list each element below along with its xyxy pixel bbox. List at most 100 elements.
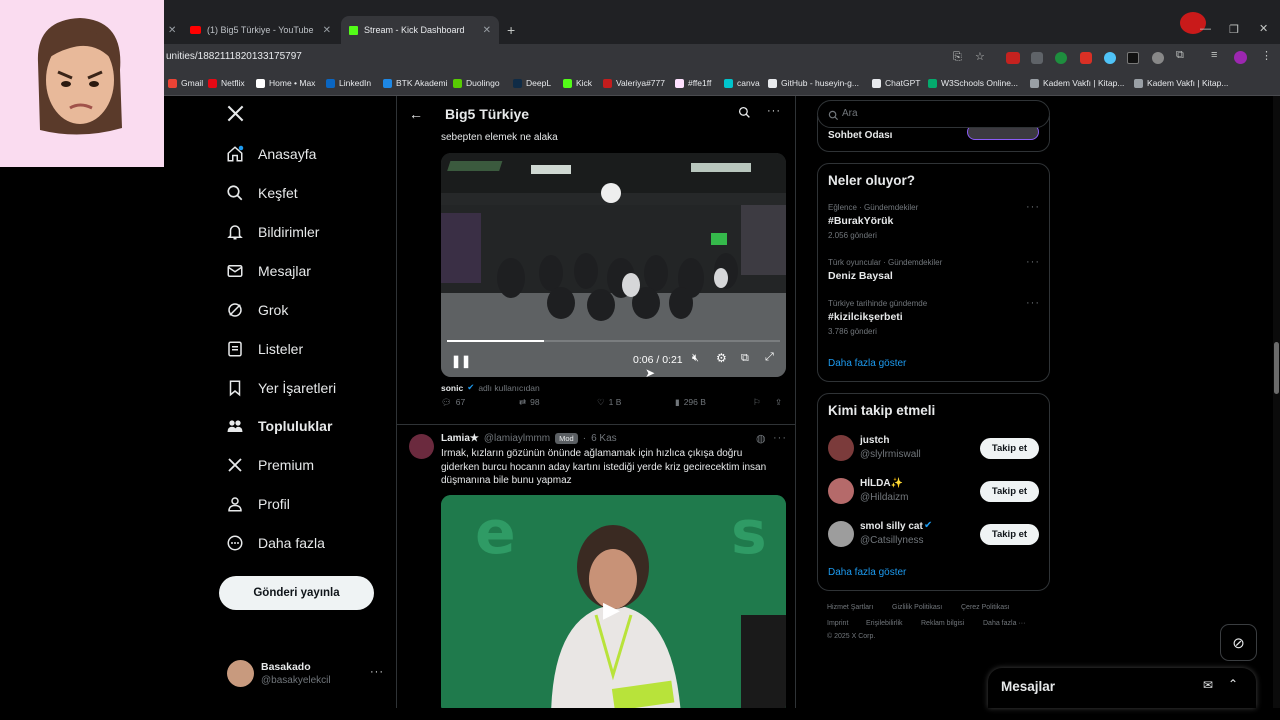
show-more-link[interactable]: Daha fazla göster (828, 358, 906, 369)
sidebar-item-bookmark[interactable]: Yer İşaretleri (226, 379, 336, 397)
footer-link[interactable]: Reklam bilgisi (921, 620, 964, 627)
bookmark-icon[interactable]: ⚐ (753, 397, 761, 408)
attribution[interactable]: sonic ✔ adlı kullanıcıdan (441, 382, 540, 393)
follow-suggestion[interactable]: smol silly cat ✔ @Catsillyness Takip et (828, 518, 1041, 548)
bookmark-item[interactable]: LinkedIn (326, 78, 371, 88)
bookmark-item[interactable]: Kick (563, 78, 592, 88)
footer-link[interactable]: Gizlilik Politikası (892, 604, 942, 611)
show-more-link[interactable]: Daha fazla göster (828, 567, 906, 578)
share-icon[interactable]: ⇪ (775, 397, 782, 408)
extension-green-icon[interactable] (1055, 52, 1067, 64)
views-button[interactable]: ▮ 296 B (675, 397, 706, 408)
messages-dock[interactable]: Mesajlar ✉ ⌃ (988, 668, 1256, 708)
follow-suggestion[interactable]: HİLDA✨ @Hildaizm Takip et (828, 475, 1041, 505)
bookmark-item[interactable]: BTK Akademi (383, 78, 448, 88)
follow-name[interactable]: justch (860, 435, 889, 446)
account-handle[interactable]: @basakyelekcil (261, 675, 331, 686)
x-logo-icon[interactable] (226, 104, 245, 128)
mute-icon[interactable]: 🔇︎ (692, 352, 699, 365)
close-icon[interactable]: ✕ (323, 25, 331, 36)
tab-youtube[interactable]: (1) Big5 Türkiye - YouTube ✕ (182, 16, 339, 44)
minimize-button[interactable]: — (1200, 23, 1211, 35)
tab-kick[interactable]: Stream - Kick Dashboard ✕ (341, 16, 499, 44)
reply-button[interactable]: 💬︎ 67 (441, 397, 465, 408)
search-input[interactable]: Ara (842, 108, 858, 119)
back-arrow-icon[interactable]: ← (409, 106, 423, 122)
footer-link[interactable]: Erişilebilirlik (866, 620, 903, 627)
trend-item[interactable]: Eğlence · Gündemdekiler #BurakYörük 2.056 … (828, 201, 1041, 240)
sidebar-item-communities[interactable]: Topluluklar (226, 417, 332, 435)
close-icon[interactable]: ✕ (483, 25, 491, 36)
sidebar-item-more-circle[interactable]: Daha fazla (226, 534, 325, 552)
video-progress-track[interactable] (447, 340, 780, 342)
more-icon[interactable]: ··· (767, 105, 781, 117)
bookmark-item[interactable]: #ffe1ff (675, 78, 711, 88)
pause-icon[interactable]: ❚❚ (451, 354, 471, 368)
settings-icon[interactable]: ⚙︎ (716, 351, 727, 365)
repost-button[interactable]: ⇄ 98 (519, 397, 540, 408)
bookmark-item[interactable]: Gmail (168, 78, 203, 88)
footer-link[interactable]: Daha fazla ··· (983, 620, 1025, 627)
avatar[interactable] (409, 434, 434, 459)
fullscreen-icon[interactable]: ⤢ (765, 351, 774, 364)
install-icon[interactable]: ⎘ (953, 51, 962, 64)
like-button[interactable]: ♡ 1 B (597, 397, 621, 408)
bookmark-item[interactable]: Home • Max (256, 78, 315, 88)
follow-button[interactable]: Takip et (980, 524, 1039, 545)
sidebar-item-mail[interactable]: Mesajlar (226, 262, 311, 280)
avatar[interactable] (1234, 51, 1247, 64)
new-tab-button[interactable]: + (507, 22, 515, 38)
footer-link[interactable]: Imprint (827, 620, 848, 627)
follow-handle[interactable]: @Hildaizm (860, 492, 909, 503)
follow-button[interactable]: Takip et (980, 438, 1039, 459)
footer-link[interactable]: Çerez Politikası (961, 604, 1010, 611)
search-bar[interactable]: Ara (817, 100, 1050, 128)
account-menu-icon[interactable]: ··· (370, 666, 384, 678)
bookmark-item[interactable]: Kadem Vakfı | Kitap... (1134, 78, 1228, 88)
search-icon[interactable] (738, 106, 751, 124)
author-handle[interactable]: @lamiaylmmm (484, 433, 550, 444)
more-icon[interactable]: ··· (1026, 297, 1040, 309)
trend-item[interactable]: Türkiye tarihinde gündemde #kizilcikşerbe… (828, 297, 1041, 336)
trend-item[interactable]: Türk oyuncular · Gündemdekiler Deniz Bays… (828, 256, 1041, 282)
more-icon[interactable]: ··· (1026, 256, 1040, 268)
browser-menu-icon[interactable]: ⋮ (1261, 49, 1272, 62)
adblock-icon[interactable] (1006, 52, 1020, 64)
new-message-icon[interactable]: ✉ (1203, 678, 1213, 692)
bookmark-item[interactable]: Kadem Vakfı | Kitap... (1030, 78, 1124, 88)
account-name[interactable]: Basakado (261, 661, 311, 673)
bookmark-item[interactable]: Valeriya#777 (603, 78, 665, 88)
author-name[interactable]: Lamia★ (441, 433, 479, 444)
play-icon[interactable]: ▶ (603, 597, 620, 623)
follow-handle[interactable]: @Catsillyness (860, 535, 924, 546)
chevron-up-icon[interactable]: ⌃ (1228, 677, 1238, 691)
avatar[interactable] (828, 435, 854, 461)
scrollbar-thumb[interactable] (1274, 342, 1279, 394)
bookmark-item[interactable]: canva (724, 78, 760, 88)
scrollbar[interactable] (1273, 96, 1280, 708)
follow-button[interactable]: Takip et (980, 481, 1039, 502)
bookmark-item[interactable]: W3Schools Online... (928, 78, 1018, 88)
sidebar-item-home[interactable]: Anasayfa (226, 145, 316, 163)
grok-floating-button[interactable]: ⊘ (1220, 624, 1257, 661)
sidebar-item-x-logo[interactable]: Premium (226, 456, 314, 474)
avatar[interactable] (828, 521, 854, 547)
sidebar-item-profile[interactable]: Profil (226, 495, 290, 513)
footer-link[interactable]: Hizmet Şartları (827, 604, 873, 611)
follow-name[interactable]: HİLDA✨ (860, 478, 903, 489)
extension-notify-icon[interactable] (1152, 52, 1164, 64)
attribution-name[interactable]: sonic (441, 383, 463, 393)
more-icon[interactable]: ··· (1026, 201, 1040, 213)
close-window-button[interactable]: ✕ (1259, 22, 1268, 35)
extension-shield-icon[interactable] (1031, 52, 1043, 64)
media-control-icon[interactable]: ≡ (1211, 49, 1217, 61)
bookmark-item[interactable]: DeepL (513, 78, 551, 88)
follow-name[interactable]: smol silly cat (860, 521, 923, 532)
sidebar-item-list[interactable]: Listeler (226, 340, 303, 358)
bookmark-item[interactable]: GitHub - huseyin-g... (768, 78, 859, 88)
post-button[interactable]: Gönderi yayınla (219, 576, 374, 610)
extension-wm-icon[interactable] (1127, 52, 1139, 64)
sidebar-item-bell[interactable]: Bildirimler (226, 223, 319, 241)
grok-icon[interactable]: ◍ (756, 432, 766, 445)
extensions-puzzle-icon[interactable]: ⧉ (1176, 49, 1184, 62)
